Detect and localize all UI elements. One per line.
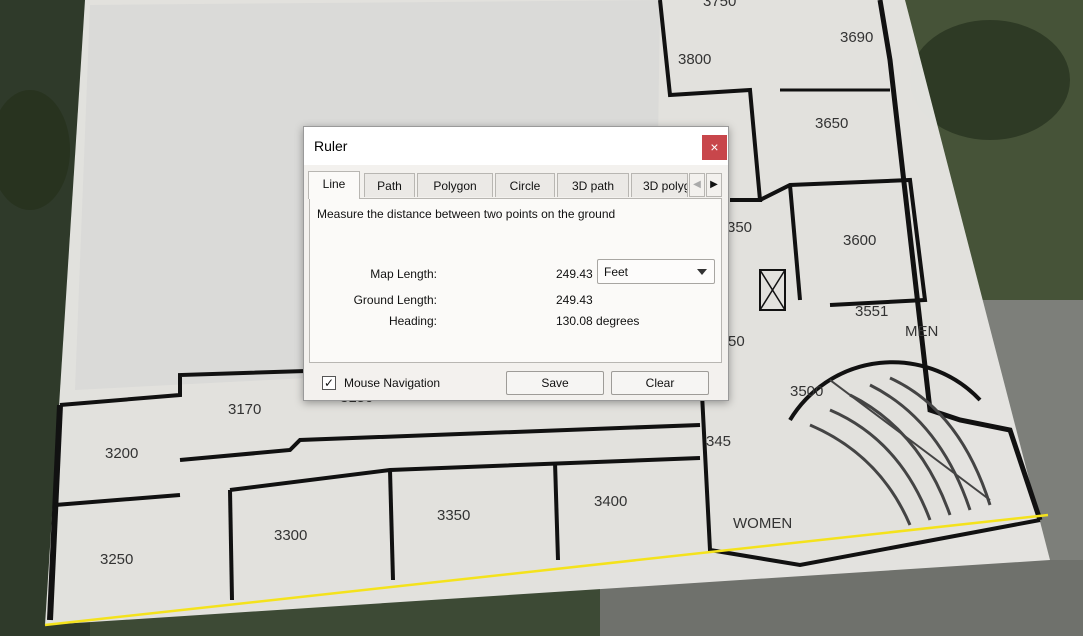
room-label: 3800 xyxy=(678,51,711,68)
unit-select[interactable]: Feet xyxy=(597,259,715,284)
room-label: MEN xyxy=(905,323,938,340)
close-icon: × xyxy=(710,139,719,155)
ground-length-label: Ground Length: xyxy=(353,293,437,307)
room-label: 3750 xyxy=(703,0,736,10)
mouse-navigation-label[interactable]: Mouse Navigation xyxy=(344,376,440,390)
room-label: 3551 xyxy=(855,303,888,320)
ground-length-value: 249.43 xyxy=(556,293,593,307)
mouse-navigation-checkbox[interactable]: ✓ xyxy=(322,376,336,390)
tab-path[interactable]: Path xyxy=(364,173,415,197)
room-label: 345 xyxy=(706,433,731,450)
room-label: 3600 xyxy=(843,232,876,249)
description: Measure the distance between two points … xyxy=(317,207,616,221)
dialog-title: Ruler xyxy=(314,138,348,154)
tab-circle[interactable]: Circle xyxy=(495,173,555,197)
checkmark-icon: ✓ xyxy=(323,376,335,390)
tab-polygon[interactable]: Polygon xyxy=(417,173,493,197)
chevron-down-icon xyxy=(697,269,707,275)
dialog-titlebar[interactable]: Ruler × xyxy=(304,127,728,165)
room-label: WOMEN xyxy=(733,515,792,532)
unit-value: Feet xyxy=(604,265,629,279)
heading-value: 130.08 degrees xyxy=(556,314,640,328)
room-label: 50 xyxy=(728,333,745,350)
tab-bar: Line Path Polygon Circle 3D path 3D poly… xyxy=(308,171,723,199)
tab-scroll-left-icon[interactable]: ◀ xyxy=(689,173,705,197)
room-label: 3400 xyxy=(594,493,627,510)
room-label: 3250 xyxy=(100,551,133,568)
map-length-value: 249.43 xyxy=(556,267,593,281)
tab-line[interactable]: Line xyxy=(308,171,360,199)
line-panel: Measure the distance between two points … xyxy=(309,198,722,363)
clear-button[interactable]: Clear xyxy=(611,371,709,395)
ruler-dialog: Ruler × Line Path Polygon Circle 3D path… xyxy=(303,126,729,401)
tab-scroll-right-icon[interactable]: ▶ xyxy=(706,173,722,197)
close-button[interactable]: × xyxy=(702,135,727,160)
tab-3d-polygon[interactable]: 3D polygon xyxy=(631,173,688,197)
room-label: 350 xyxy=(727,219,752,236)
room-label: 3300 xyxy=(274,527,307,544)
heading-label: Heading: xyxy=(388,314,437,328)
room-label: 3200 xyxy=(105,445,138,462)
tab-3d-path[interactable]: 3D path xyxy=(557,173,629,197)
map-length-label: Map Length: xyxy=(370,267,437,281)
room-label: 3350 xyxy=(437,507,470,524)
room-label: 3170 xyxy=(228,401,261,418)
save-button[interactable]: Save xyxy=(506,371,604,395)
room-label: 3690 xyxy=(840,29,873,46)
room-label: 3650 xyxy=(815,115,848,132)
room-label: 3500 xyxy=(790,383,823,400)
